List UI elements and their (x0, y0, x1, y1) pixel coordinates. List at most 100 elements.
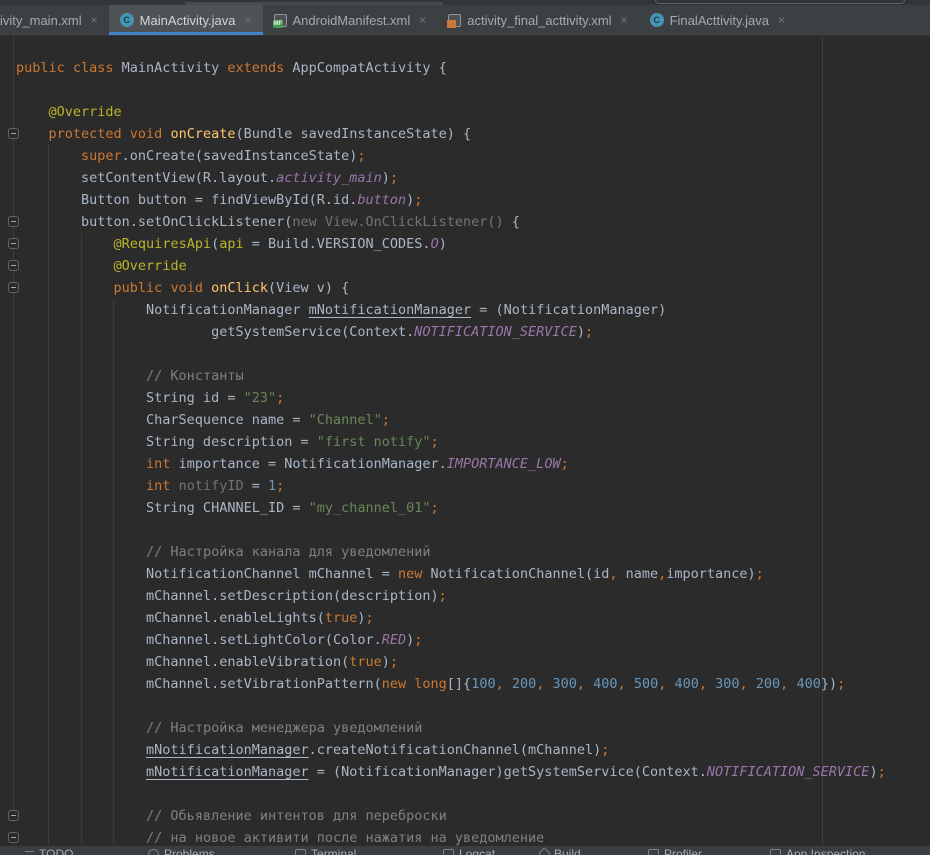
code-line: public void onClick(View v) { (16, 277, 930, 299)
toolwindow-button-app-inspection[interactable]: App Inspection (770, 848, 865, 855)
code-line: String id = "23"; (16, 387, 930, 409)
code-token (16, 148, 81, 164)
code-token: mNotificationManager (146, 742, 309, 758)
code-line: // Обьявление интентов для переброски (16, 805, 930, 827)
editor-tab-mainactivity-java[interactable]: C MainActivity.java × (109, 5, 263, 35)
code-token (16, 742, 146, 758)
code-line (16, 343, 930, 365)
code-token: , (658, 676, 674, 692)
code-token: true (325, 610, 358, 626)
code-token: ; (561, 456, 569, 472)
code-line: protected void onCreate(Bundle savedInst… (16, 123, 930, 145)
android-studio-window: ivity_main.xml×CMainActivity.java×MFAndr… (0, 0, 930, 855)
terminal-icon (295, 849, 306, 855)
editor-tab-finalacttivity-java[interactable]: CFinalActtivity.java× (639, 5, 796, 35)
layout-file-icon (448, 14, 461, 27)
code-token: ; (390, 654, 398, 670)
toolwindow-button-todo[interactable]: TODO (25, 848, 73, 855)
toolwindow-button-problems[interactable]: Problems (148, 848, 215, 855)
code-editor[interactable]: public class MainActivity extends AppCom… (0, 36, 930, 845)
code-token: ; (390, 170, 398, 186)
tab-label: activity_final_acttivity.xml (467, 13, 611, 28)
code-token: notifyID (179, 478, 244, 494)
toolwindow-button-logcat[interactable]: Logcat (443, 848, 495, 855)
fold-marker[interactable] (8, 810, 19, 821)
tab-label: ivity_main.xml (0, 13, 82, 28)
close-icon[interactable]: × (91, 13, 98, 27)
toolwindow-button-terminal[interactable]: Terminal (295, 848, 356, 855)
code-token: ; (837, 676, 845, 692)
manifest-file-icon: MF (274, 14, 287, 27)
problems-icon (148, 849, 159, 855)
code-token: "23" (244, 390, 277, 406)
code-token (16, 456, 146, 472)
code-token: "Channel" (309, 412, 382, 428)
code-token: new (398, 566, 422, 582)
code-token: 200 (756, 676, 780, 692)
code-token: // Константы (146, 368, 244, 384)
todo-icon (25, 849, 34, 855)
code-token: // Настройка менеджера уведомлений (146, 720, 422, 736)
code-token: ; (382, 412, 390, 428)
code-token: mChannel.setDescription(description) (16, 588, 439, 604)
code-token: String description = (16, 434, 317, 450)
fold-marker[interactable] (8, 216, 19, 227)
code-token: button (357, 192, 406, 208)
app-inspection-icon (770, 849, 781, 855)
code-token: ) (577, 324, 585, 340)
logcat-icon (443, 849, 454, 855)
code-line: super.onCreate(savedInstanceState); (16, 145, 930, 167)
code-token: , (609, 566, 625, 582)
tab-label: FinalActtivity.java (670, 13, 769, 28)
code-token (16, 830, 146, 845)
code-line (16, 519, 930, 541)
code-token: ; (357, 148, 365, 164)
code-token: ; (601, 742, 609, 758)
code-token: extends (227, 60, 284, 76)
close-icon[interactable]: × (778, 13, 785, 27)
code-token: activity_main (276, 170, 382, 186)
editor-tab-bar: ivity_main.xml×CMainActivity.java×MFAndr… (0, 5, 930, 36)
fold-marker[interactable] (8, 832, 19, 843)
code-token: getSystemService(Context. (16, 324, 414, 340)
code-token: 400 (593, 676, 617, 692)
code-token (16, 764, 146, 780)
code-token: { (504, 214, 520, 230)
toolwindow-button-build[interactable]: Build (540, 848, 581, 855)
code-line: // на новое активити после нажатия на ув… (16, 827, 930, 845)
fold-marker[interactable] (8, 238, 19, 249)
code-token: CharSequence name = (16, 412, 309, 428)
code-line: @RequiresApi(api = Build.VERSION_CODES.O… (16, 233, 930, 255)
toolwindow-button-label: App Inspection (786, 848, 865, 855)
code-token: @RequiresApi (114, 236, 212, 252)
editor-tab-activity-final-acttivity-xml[interactable]: activity_final_acttivity.xml × (437, 5, 638, 35)
code-token: , (536, 676, 552, 692)
java-class-icon: C (120, 13, 134, 27)
toolwindow-button-profiler[interactable]: Profiler (648, 848, 702, 855)
close-icon[interactable]: × (419, 13, 426, 27)
editor-tab-ivity-main-xml[interactable]: ivity_main.xml × (0, 5, 109, 35)
close-icon[interactable]: × (621, 13, 628, 27)
code-token: = (244, 478, 268, 494)
code-token: mChannel.enableLights( (16, 610, 325, 626)
code-line: int notifyID = 1; (16, 475, 930, 497)
fold-marker[interactable] (8, 260, 19, 271)
code-token: .createNotificationChannel(mChannel) (309, 742, 602, 758)
code-line: NotificationManager mNotificationManager… (16, 299, 930, 321)
code-token: NotificationManager (16, 302, 309, 318)
tab-label: MainActivity.java (140, 13, 236, 28)
code-token: ; (756, 566, 764, 582)
fold-marker[interactable] (8, 128, 19, 139)
close-icon[interactable]: × (244, 13, 251, 27)
code-token: , (496, 676, 512, 692)
code-token: ) (439, 236, 447, 252)
editor-tab-androidmanifest-xml[interactable]: MFAndroidManifest.xml× (263, 5, 438, 35)
run-configuration-widget[interactable] (655, 0, 905, 4)
code-token: super (81, 148, 122, 164)
code-line: mChannel.setDescription(description); (16, 585, 930, 607)
code-token: AppCompatActivity { (284, 60, 447, 76)
fold-marker[interactable] (8, 282, 19, 293)
toolwindow-button-label: Problems (164, 848, 215, 855)
code-token: , (780, 676, 796, 692)
code-token: mNotificationManager (146, 764, 309, 780)
